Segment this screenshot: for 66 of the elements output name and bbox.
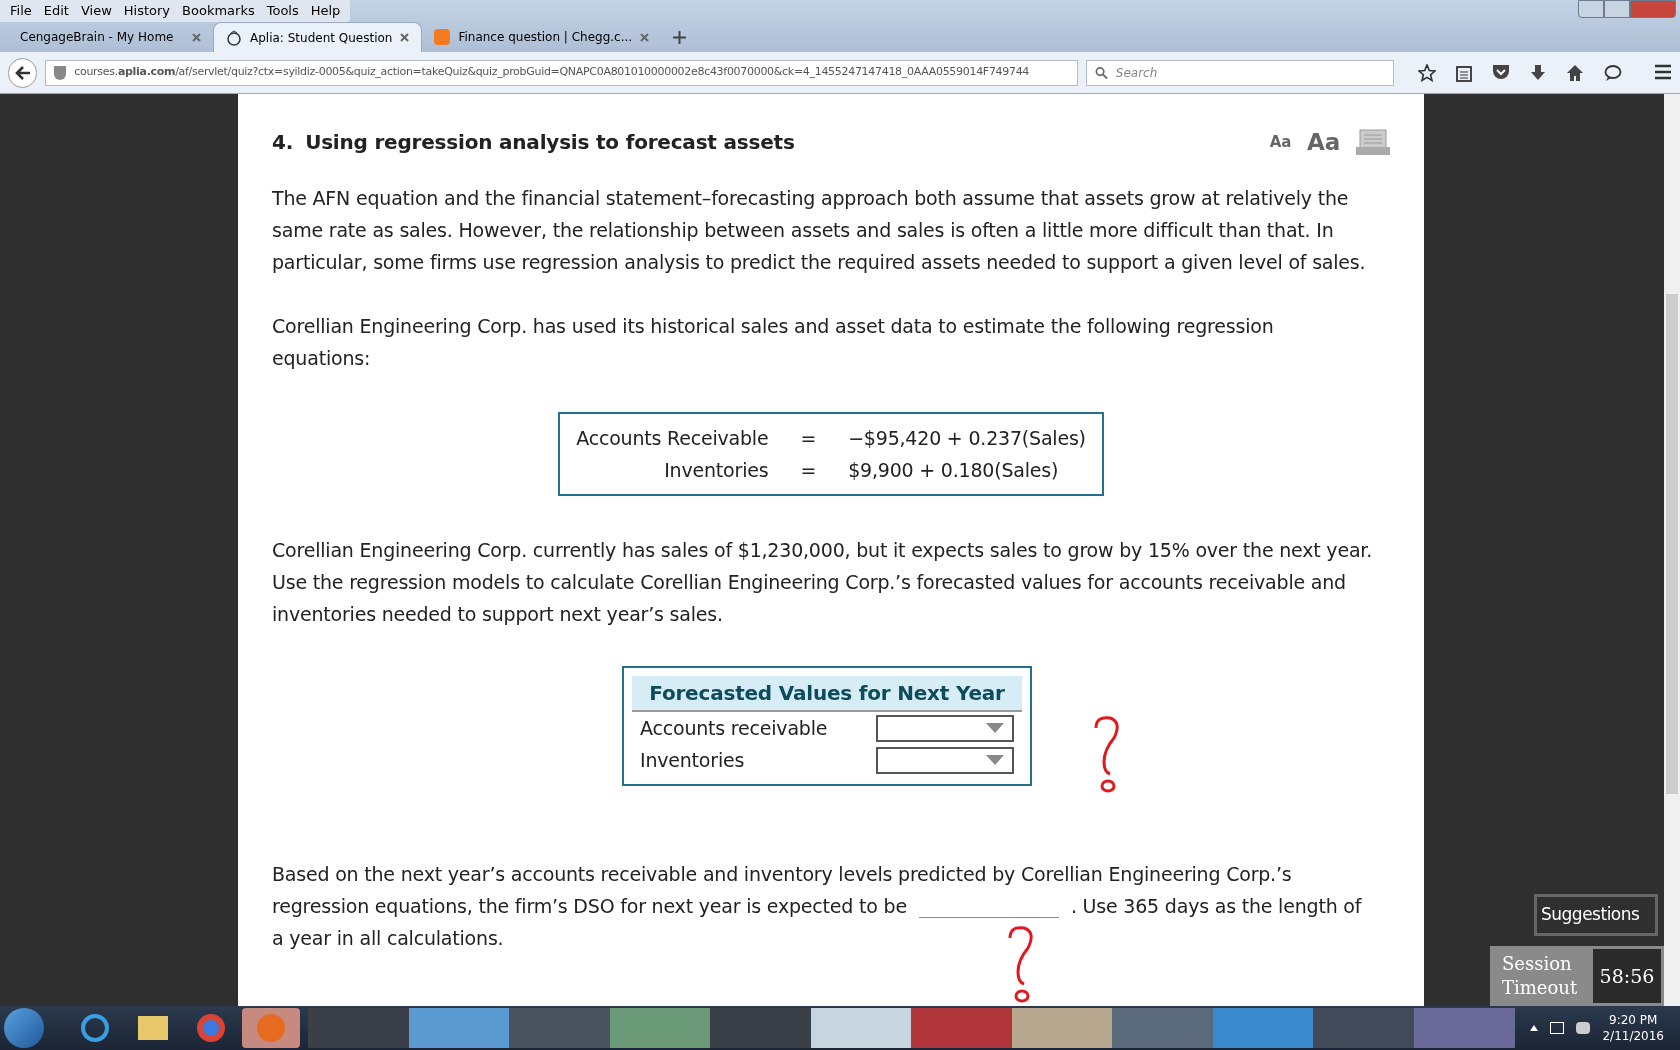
menu-item[interactable]: Bookmarks xyxy=(176,1,261,21)
menu-item[interactable]: Edit xyxy=(37,1,75,21)
menu-icon[interactable] xyxy=(1654,63,1672,80)
question-number: 4. xyxy=(272,129,294,156)
search-field[interactable]: Search xyxy=(1085,59,1394,86)
suggestions-button[interactable]: Suggestions xyxy=(1534,894,1658,936)
sentence-text: Based on the next year’s accounts receivable and inventory levels predicted by Corellian Engineering Corp.’s xyxy=(272,862,1292,887)
search-icon xyxy=(1094,65,1108,80)
search-input[interactable]: Search xyxy=(1115,63,1385,82)
equals-sign: = xyxy=(800,458,817,483)
close-icon[interactable] xyxy=(192,32,201,42)
back-arrow-icon xyxy=(14,65,31,80)
browser-tab[interactable]: Finance question | Chegg.c... xyxy=(422,22,662,52)
intro-paragraph: Corellian Engineering Corp. has used its historical sales and asset data to estimate the following regression equations: xyxy=(272,314,1275,371)
clipboard-icon[interactable] xyxy=(1456,63,1472,82)
menu-item[interactable]: Tools xyxy=(260,1,305,21)
shield-icon xyxy=(54,65,67,80)
browser-tab[interactable]: CengageBrain - My Home xyxy=(8,22,213,52)
menu-item[interactable]: View xyxy=(74,1,118,21)
scrollbar[interactable] xyxy=(1664,94,1680,1006)
back-button[interactable] xyxy=(8,57,38,88)
volume-icon[interactable] xyxy=(1576,1022,1591,1034)
clock-time[interactable]: 9:20 PM xyxy=(1609,1012,1658,1028)
minimize-button[interactable] xyxy=(1578,0,1604,18)
close-icon[interactable] xyxy=(400,33,410,42)
tray-arrow-icon[interactable] xyxy=(1530,1025,1539,1031)
table-header: Forecasted Values for Next Year xyxy=(632,676,1022,712)
equation-label: Inventories xyxy=(663,458,769,483)
intro-paragraph: The AFN equation and the financial statement–forecasting approach both assume that assets grow at relatively the same rate as sales. However, the relationship between assets and sales is often a little more difficult than that. In particular, some firms use regression analysis to predict the required assets needed to support a given level of sales. xyxy=(272,186,1367,275)
plus-icon xyxy=(673,30,687,44)
equals-sign: = xyxy=(800,426,817,451)
restore-button[interactable] xyxy=(1604,0,1630,18)
download-icon[interactable] xyxy=(1530,63,1546,82)
network-icon[interactable] xyxy=(1550,1022,1565,1034)
equation-expression: −$95,420 + 0.237(Sales) xyxy=(848,426,1086,451)
taskbar-buttons[interactable] xyxy=(308,1008,1515,1048)
equation-expression: $9,900 + 0.180(Sales) xyxy=(848,458,1060,483)
row-label: Inventories xyxy=(640,748,745,773)
sentence-text: . Use 365 days as the length of xyxy=(1070,894,1362,919)
chegg-icon xyxy=(434,29,451,45)
menu-item[interactable]: Help xyxy=(304,1,347,21)
session-label: Session Timeout xyxy=(1501,952,1579,1000)
question-title: Using regression analysis to forecast assets xyxy=(305,129,795,156)
address-bar[interactable]: courses.aplia.com/af/servlet/quiz?ctx=syildiz-0005&quiz_action=takeQuiz&quiz_probGuid=QNAPC0A801010000002e8c43f0070000&ck=4_1455247147418_0AAA0559014F749744 xyxy=(45,59,1078,86)
star-icon[interactable] xyxy=(1418,63,1436,82)
dropdown[interactable] xyxy=(876,714,1014,742)
session-timer: 58:56 xyxy=(1593,949,1661,1003)
menu-item[interactable]: File xyxy=(4,1,38,21)
pocket-icon[interactable] xyxy=(1492,63,1510,80)
clock-date[interactable]: 2/11/2016 xyxy=(1602,1028,1664,1044)
large-font-button[interactable]: Aa xyxy=(1307,126,1340,158)
sentence-text: regression equations, the firm’s DSO for next year is expected to be xyxy=(272,894,907,919)
small-font-button[interactable]: Aa xyxy=(1269,126,1292,158)
home-icon[interactable] xyxy=(1566,63,1584,82)
caret-icon xyxy=(986,723,1004,733)
sentence-text: a year in all calculations. xyxy=(272,926,504,951)
chat-icon[interactable] xyxy=(1604,63,1622,82)
close-icon[interactable] xyxy=(640,32,650,42)
dropdown[interactable] xyxy=(876,746,1014,774)
caret-icon xyxy=(986,755,1004,765)
task-paragraph: Corellian Engineering Corp. currently has sales of $1,230,000, but it expects sales to grow by 15% over the next year. Use the regression models to calculate Corellian Engineering Corp.’s forecasted values for accounts receivable and inventories needed to support next year’s sales. xyxy=(272,538,1374,627)
row-label: Accounts receivable xyxy=(640,716,828,741)
start-button[interactable] xyxy=(4,1008,44,1048)
menu-item[interactable]: History xyxy=(117,1,177,21)
equation-label: Accounts Receivable xyxy=(576,426,769,451)
browser-tab[interactable]: Aplia: Student Question xyxy=(213,22,423,52)
